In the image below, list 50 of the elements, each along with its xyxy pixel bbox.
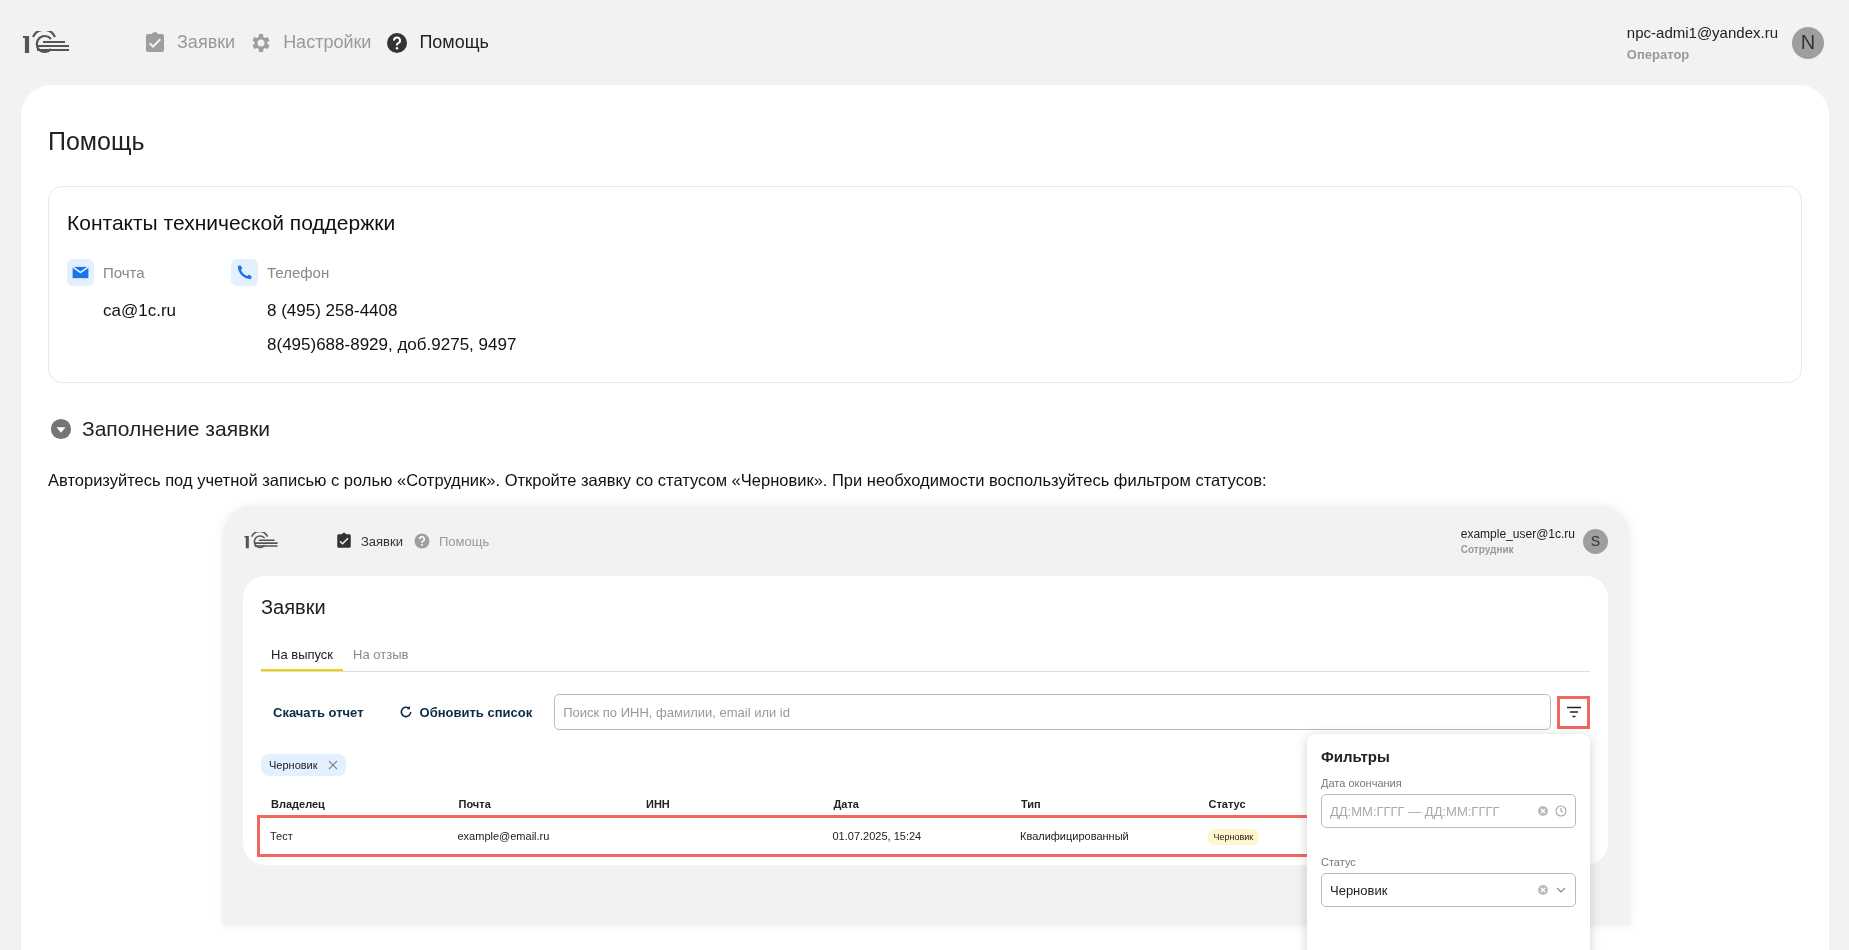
column-header: Владелец (271, 798, 326, 810)
screen-title: Заявки (261, 596, 327, 619)
section-toggle[interactable]: Заполнение заявки (50, 417, 271, 441)
nav-link[interactable]: Помощь (385, 30, 489, 55)
table-cell: Квалифицированный (1020, 830, 1129, 842)
user-avatar[interactable]: N (1792, 26, 1824, 59)
logo-icon (21, 30, 71, 55)
user-email: npc-admi1@yandex.ru (1626, 23, 1778, 41)
column-header: Тип (1021, 798, 1042, 810)
popup-title: Фильтры (1321, 748, 1391, 765)
column-header: ИНН (646, 798, 671, 810)
filter-chip: Черновик (261, 754, 346, 776)
clipboard-check-icon (335, 532, 353, 550)
contact-value: 8 (495) 258-4408 (267, 300, 399, 322)
column-header: Почта (458, 798, 492, 810)
clock-icon (1555, 805, 1567, 817)
filter-icon (1565, 706, 1582, 718)
date-range-field: ДД:ММ:ГГГГ — ДД:ММ:ГГГГ (1321, 794, 1576, 828)
table-cell: Тест (270, 830, 293, 842)
contact-value: 8(495)688-8929, доб.9275, 9497 (267, 334, 517, 356)
status-badge: Черновик (1207, 829, 1260, 845)
tab-label: На отзыв (352, 647, 410, 664)
column-header: Статус (1208, 798, 1247, 810)
phone-icon (231, 259, 258, 286)
logo-icon (243, 532, 279, 550)
nav-link[interactable]: Настройки (249, 30, 372, 55)
user-role: Сотрудник (1460, 544, 1515, 555)
table-cell: example@email.ru (457, 830, 550, 842)
help-icon (385, 30, 410, 55)
user-avatar: S (1583, 528, 1608, 554)
contact-value: ca@1c.ru (103, 300, 176, 322)
table-cell: 01.07.2025, 15:24 (832, 830, 922, 842)
tab-label: На выпуск (261, 647, 344, 671)
help-icon (413, 532, 431, 550)
nav-link[interactable]: Заявки (143, 30, 236, 55)
page-title: Помощь (48, 127, 146, 156)
user-email: example_user@1c.ru (1460, 527, 1575, 541)
field-label: Статус (1321, 856, 1357, 868)
mail-icon (67, 259, 94, 286)
clear-icon (1537, 805, 1549, 817)
card-title: Контакты технической поддержки (67, 211, 397, 235)
user-role: Оператор (1626, 46, 1691, 62)
instruction-text: Авторизуйтесь под учетной записью с ролью «Сотрудник». Откройте заявку со статусом «Черновик». При необходимости воспользуйтесь фильтром статусов: (48, 471, 1268, 490)
contact-label: Телефон (267, 264, 330, 281)
column-header: Дата (833, 798, 860, 810)
close-icon (327, 760, 338, 770)
clear-icon (1537, 884, 1549, 896)
field-label: Дата окончания (1321, 777, 1403, 789)
clipboard-check-icon (143, 30, 167, 55)
contact-label: Почта (103, 264, 145, 281)
